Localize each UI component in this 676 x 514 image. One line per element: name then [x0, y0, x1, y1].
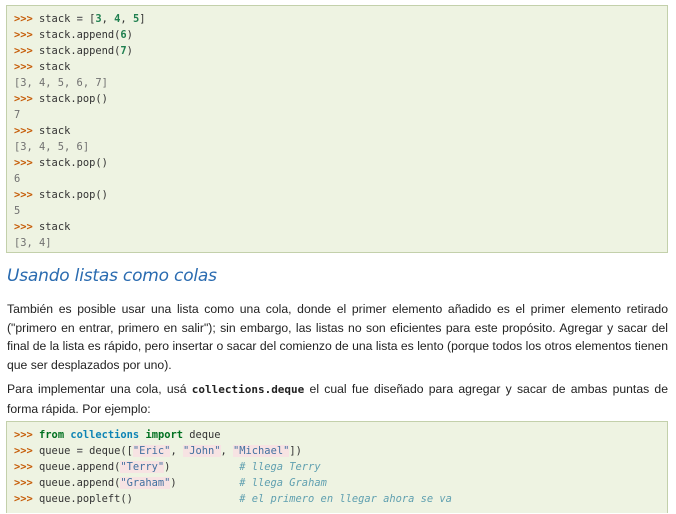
code-prompt: >>>: [14, 221, 33, 233]
code-line: [3, 4, 5, 6, 7]: [14, 75, 667, 91]
code-token: "Graham": [120, 477, 171, 489]
code-line: >>> stack: [14, 59, 667, 75]
code-prompt: >>>: [14, 45, 33, 57]
code-token: # llega Graham: [239, 477, 327, 489]
code-token: stack: [39, 61, 71, 73]
code-token: # llega Terry: [239, 461, 321, 473]
code-line: >>> stack.pop(): [14, 155, 667, 171]
code-token: ): [164, 461, 240, 473]
code-line: >>> queue = deque(["Eric", "John", "Mich…: [14, 443, 667, 459]
code-token: import: [145, 429, 183, 441]
code-line: >>> stack = [3, 4, 5]: [14, 11, 667, 27]
paragraph-text-before: Para implementar una cola, usá: [7, 382, 192, 396]
code-prompt: >>>: [14, 13, 33, 25]
code-prompt: >>>: [14, 61, 33, 73]
code-line: >>> stack: [14, 123, 667, 139]
code-token: ,: [170, 445, 183, 457]
code-line: >>> from collections import deque: [14, 427, 667, 443]
code-prompt: >>>: [14, 29, 33, 41]
code-token: from: [39, 429, 65, 441]
code-output: 5: [14, 205, 21, 217]
code-prompt: >>>: [14, 125, 33, 137]
code-token: ): [126, 45, 133, 57]
code-prompt: >>>: [14, 493, 33, 505]
code-line: >>> queue.append("Graham") # llega Graha…: [14, 475, 667, 491]
code-line: 7: [14, 107, 667, 123]
code-token: stack: [39, 221, 71, 233]
code-block-stack-example: >>> stack = [3, 4, 5] >>> stack.append(6)…: [6, 5, 668, 253]
code-line: [3, 4]: [14, 235, 667, 251]
code-token: stack.append(: [39, 45, 121, 57]
code-token: # el primero en llegar ahora se va: [239, 493, 452, 505]
code-token: queue: [39, 445, 77, 457]
code-token: stack: [39, 125, 71, 137]
code-token: stack.append(: [39, 29, 121, 41]
code-output: [3, 4, 5, 6]: [14, 141, 90, 153]
code-line: >>> stack.pop(): [14, 91, 667, 107]
code-output: [3, 4, 5, 6, 7]: [14, 77, 108, 89]
code-prompt: >>>: [14, 477, 33, 489]
code-token: ]: [139, 13, 146, 25]
code-token: deque: [182, 429, 221, 441]
section-heading: Usando listas como colas: [7, 266, 217, 286]
code-token: "Terry": [120, 461, 165, 473]
code-token: ): [126, 29, 133, 41]
code-token: stack.pop(): [39, 157, 108, 169]
code-token: "Eric": [132, 445, 171, 457]
code-token: "Michael": [233, 445, 290, 457]
paragraph-queue-intro: También es posible usar una lista como u…: [7, 302, 668, 372]
code-token: queue.append(: [39, 477, 121, 489]
code-token: stack: [39, 13, 77, 25]
code-token: ,: [120, 13, 133, 25]
paragraph-deque-intro: Para implementar una cola, usá collectio…: [7, 380, 668, 418]
code-prompt: >>>: [14, 157, 33, 169]
inline-code-collections-deque: collections.deque: [191, 383, 305, 396]
code-token: ,: [101, 13, 115, 25]
code-token: stack.pop(): [39, 93, 108, 105]
code-line: >>> queue.popleft() # el primero en lleg…: [14, 491, 667, 507]
code-output: [3, 4]: [14, 237, 52, 249]
code-prompt: >>>: [14, 93, 33, 105]
code-token: ): [170, 477, 240, 489]
code-prompt: >>>: [14, 445, 33, 457]
code-line: >>> stack.append(7): [14, 43, 667, 59]
code-line: 5: [14, 203, 667, 219]
code-token: collections: [70, 429, 140, 441]
code-token: ]): [289, 445, 302, 457]
code-token: queue.append(: [39, 461, 121, 473]
code-line: 6: [14, 171, 667, 187]
code-line: >>> stack.pop(): [14, 187, 667, 203]
code-output: 7: [14, 109, 21, 121]
code-token: queue.popleft(): [39, 493, 240, 505]
code-token: deque([: [82, 445, 133, 457]
code-token: ,: [220, 445, 234, 457]
code-token: [: [82, 13, 96, 25]
code-prompt: >>>: [14, 429, 33, 441]
code-line: >>> queue.append("Terry") # llega Terry: [14, 459, 667, 475]
code-line: [3, 4, 5, 6]: [14, 139, 667, 155]
code-token: stack.pop(): [39, 189, 108, 201]
code-token: "John": [182, 445, 221, 457]
code-line: >>> stack.append(6): [14, 27, 667, 43]
code-block-deque-example: >>> from collections import deque >>> que…: [6, 421, 668, 513]
code-prompt: >>>: [14, 461, 33, 473]
code-line: >>> stack: [14, 219, 667, 235]
code-prompt: >>>: [14, 189, 33, 201]
code-output: 6: [14, 173, 21, 185]
